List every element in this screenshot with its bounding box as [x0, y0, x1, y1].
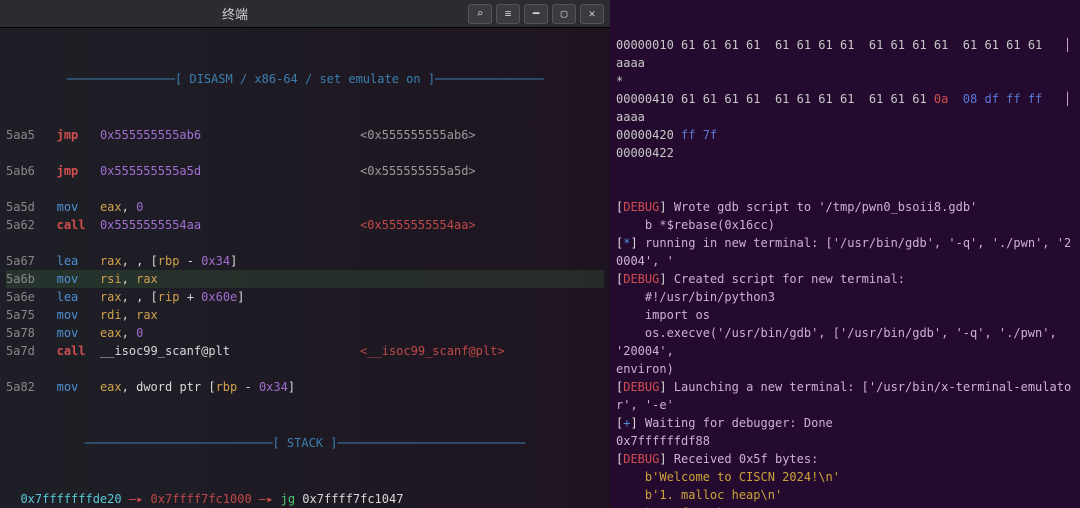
disasm-row [6, 144, 604, 162]
close-button[interactable]: ✕ [580, 4, 604, 24]
menu-button[interactable]: ≡ [496, 4, 520, 24]
log-line: 0x7ffffffdf88 [616, 432, 1074, 450]
log-line: os.execve('/usr/bin/gdb', ['/usr/bin/gdb… [616, 324, 1074, 360]
disasm-row: 5aa5 jmp 0x555555555ab6 <0x555555555ab6> [6, 126, 604, 144]
disasm-row: 5a82 mov eax, dword ptr [rbp - 0x34] [6, 378, 604, 396]
log-line: [DEBUG] Wrote gdb script to '/tmp/pwn0_b… [616, 198, 1074, 216]
disasm-row: 5a6b mov rsi, rax [6, 270, 604, 288]
stack-header: ──────────────────────────[ STACK ]─────… [6, 434, 604, 452]
terminal-window: 终端 ⌕ ≡ ━ ▢ ✕ ───────────────[ DISASM / x… [0, 0, 610, 508]
hamburger-icon: ≡ [505, 7, 512, 20]
maximize-button[interactable]: ▢ [552, 4, 576, 24]
search-icon: ⌕ [477, 7, 484, 20]
titlebar[interactable]: 终端 ⌕ ≡ ━ ▢ ✕ [0, 0, 610, 28]
log-line: [DEBUG] Launching a new terminal: ['/usr… [616, 378, 1074, 414]
disasm-row: 5a78 mov eax, 0 [6, 324, 604, 342]
log-line: b *$rebase(0x16cc) [616, 216, 1074, 234]
disasm-row [6, 360, 604, 378]
disasm-row: 5a62 call 0x5555555554aa <0x5555555554aa… [6, 216, 604, 234]
disasm-listing: 5aa5 jmp 0x555555555ab6 <0x555555555ab6>… [6, 126, 604, 396]
disasm-header: ───────────────[ DISASM / x86-64 / set e… [6, 70, 604, 88]
hex-row: * [616, 72, 1074, 90]
disasm-row [6, 180, 604, 198]
hex-row: 00000420 ff 7f [616, 126, 1074, 144]
disasm-row: 5a67 lea rax, , [rbp - 0x34] [6, 252, 604, 270]
close-icon: ✕ [589, 7, 596, 20]
log-line: b'Welcome to CISCN 2024!\n' [616, 468, 1074, 486]
disasm-row: 5ab6 jmp 0x555555555a5d <0x555555555a5d> [6, 162, 604, 180]
hex-row: 00000410 61 61 61 61 61 61 61 61 61 61 6… [616, 90, 1074, 126]
log-output: [DEBUG] Wrote gdb script to '/tmp/pwn0_b… [616, 198, 1074, 508]
log-line: environ) [616, 360, 1074, 378]
log-line: [+] Waiting for debugger: Done [616, 414, 1074, 432]
log-line: b'2. free heap\n' [616, 504, 1074, 508]
maximize-icon: ▢ [561, 7, 568, 20]
disasm-row: 5a6e lea rax, , [rip + 0x60e] [6, 288, 604, 306]
minimize-icon: ━ [533, 7, 540, 20]
hex-row: 00000422 [616, 144, 1074, 162]
log-line: import os [616, 306, 1074, 324]
terminal-body[interactable]: ───────────────[ DISASM / x86-64 / set e… [0, 28, 610, 508]
stack-listing: 0x7fffffffde20 —▸ 0x7ffff7fc1000 —▸ jg 0… [6, 490, 604, 508]
disasm-row: 5a7d call __isoc99_scanf@plt <__isoc99_s… [6, 342, 604, 360]
hex-row: 00000010 61 61 61 61 61 61 61 61 61 61 6… [616, 36, 1074, 72]
disasm-row: 5a75 mov rdi, rax [6, 306, 604, 324]
stack-row: 0x7fffffffde20 —▸ 0x7ffff7fc1000 —▸ jg 0… [6, 490, 604, 508]
log-line: #!/usr/bin/python3 [616, 288, 1074, 306]
minimize-button[interactable]: ━ [524, 4, 548, 24]
disasm-row [6, 234, 604, 252]
disasm-row: 5a5d mov eax, 0 [6, 198, 604, 216]
log-line: [DEBUG] Received 0x5f bytes: [616, 450, 1074, 468]
log-line: [DEBUG] Created script for new terminal: [616, 270, 1074, 288]
log-pane[interactable]: 00000010 61 61 61 61 61 61 61 61 61 61 6… [610, 0, 1080, 508]
hexdump: 00000010 61 61 61 61 61 61 61 61 61 61 6… [616, 36, 1074, 162]
log-line: [*] running in new terminal: ['/usr/bin/… [616, 234, 1074, 270]
log-line: b'1. malloc heap\n' [616, 486, 1074, 504]
window-title: 终端 [6, 4, 464, 23]
search-button[interactable]: ⌕ [468, 4, 492, 24]
